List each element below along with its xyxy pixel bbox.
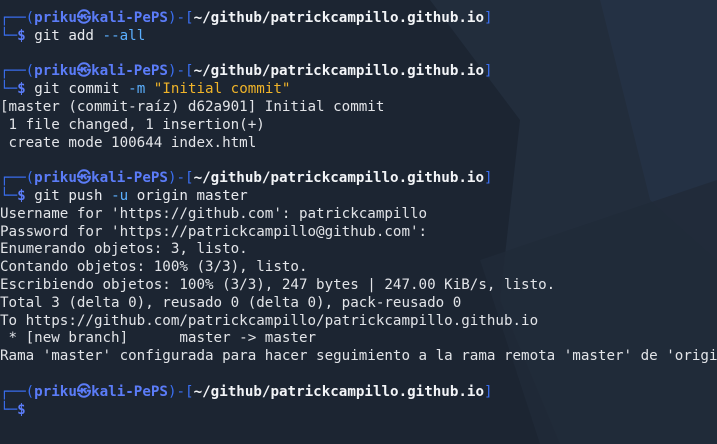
output-line: create mode 100644 index.html: [0, 134, 257, 151]
prompt-header-line: ┌──(priku㉿kali-PePS)-[~/github/patrickca…: [0, 170, 717, 188]
command-line: └─$ git push -u origin master: [0, 188, 717, 206]
prompt-header-line: ┌──(priku㉿kali-PePS)-[~/github/patrickca…: [0, 63, 717, 81]
output-line: Username for 'https://github.com': patri…: [0, 205, 428, 222]
prompt-separator: )-[: [167, 10, 194, 26]
prompt-host: kali-PePS: [91, 10, 168, 26]
output-line: Total 3 (delta 0), reusado 0 (delta 0), …: [0, 294, 462, 311]
terminal-output[interactable]: ┌──(priku㉿kali-PePS)-[~/github/patrickca…: [0, 10, 717, 444]
prompt-at-symbol: ㉿: [76, 63, 92, 80]
prompt-host: kali-PePS: [91, 170, 168, 187]
output-line: Contando objetos: 100% (3/3), listo.: [0, 259, 308, 276]
prompt-host: kali-PePS: [91, 63, 168, 80]
prompt-path: ~/github/patrickcampillo.github.io: [193, 383, 485, 400]
output-line: Password for 'https://patrickcampillo@gi…: [0, 223, 428, 240]
prompt-user: priku: [34, 63, 77, 80]
command-token-cmd: git push: [34, 187, 112, 204]
prompt-user: priku: [34, 383, 77, 400]
output-line: Rama 'master' configurada para hacer seg…: [0, 348, 717, 365]
output-line: Escribiendo objetos: 100% (3/3), 247 byt…: [0, 276, 556, 293]
prompt-path-close: ]: [484, 63, 493, 80]
prompt-at-symbol: ㉿: [76, 10, 92, 26]
prompt-separator: )-[: [167, 170, 194, 187]
prompt-box-corner: ┌──(: [0, 63, 35, 80]
command-token-flag: -u: [111, 187, 137, 204]
output-line: [master (commit-raíz) d62a901] Initial c…: [0, 98, 385, 115]
prompt-path: ~/github/patrickcampillo.github.io: [193, 10, 485, 26]
prompt-path: ~/github/patrickcampillo.github.io: [193, 63, 485, 80]
prompt-path-close: ]: [484, 170, 493, 187]
prompt-path-close: ]: [484, 383, 493, 400]
prompt-box-bottom: └─: [0, 81, 18, 98]
output-line: * [new branch] master -> master: [0, 330, 317, 347]
prompt-host: kali-PePS: [91, 383, 168, 400]
prompt-header-line: ┌──(priku㉿kali-PePS)-[~/github/patrickca…: [0, 10, 717, 28]
prompt-path-close: ]: [484, 10, 493, 26]
prompt-box-bottom: └─: [0, 27, 18, 44]
prompt-box-corner: ┌──(: [0, 383, 35, 400]
command-token-flag: --all: [102, 27, 146, 44]
prompt-dollar: $: [17, 81, 26, 98]
prompt-separator: )-[: [167, 383, 194, 400]
prompt-dollar: $: [17, 27, 26, 44]
prompt-at-symbol: ㉿: [76, 170, 92, 187]
prompt-dollar: $: [17, 187, 26, 204]
output-line: Enumerando objetos: 3, listo.: [0, 241, 248, 258]
command-token-cmd: origin master: [136, 187, 248, 204]
command-token-str: "Initial commit": [153, 81, 291, 98]
command-line: └─$ git commit -m "Initial commit": [0, 81, 717, 99]
output-line: 1 file changed, 1 insertion(+): [0, 116, 265, 133]
prompt-box-corner: ┌──(: [0, 10, 35, 26]
command-token-cmd: git commit: [34, 81, 129, 98]
command-token-flag: -m: [128, 81, 154, 98]
prompt-separator: )-[: [167, 63, 194, 80]
prompt-path: ~/github/patrickcampillo.github.io: [193, 170, 485, 187]
prompt-user: priku: [34, 10, 77, 26]
prompt-dollar: $: [17, 401, 26, 418]
output-line: To https://github.com/patrickcampillo/pa…: [0, 312, 539, 329]
prompt-box-corner: ┌──(: [0, 170, 35, 187]
prompt-box-bottom: └─: [0, 187, 18, 204]
command-line: └─$: [0, 402, 717, 420]
prompt-at-symbol: ㉿: [76, 383, 92, 400]
command-line: └─$ git add --all: [0, 28, 717, 46]
prompt-box-bottom: └─: [0, 401, 18, 418]
prompt-user: priku: [34, 170, 77, 187]
command-token-cmd: git add: [34, 27, 103, 44]
prompt-header-line: ┌──(priku㉿kali-PePS)-[~/github/patrickca…: [0, 384, 717, 402]
